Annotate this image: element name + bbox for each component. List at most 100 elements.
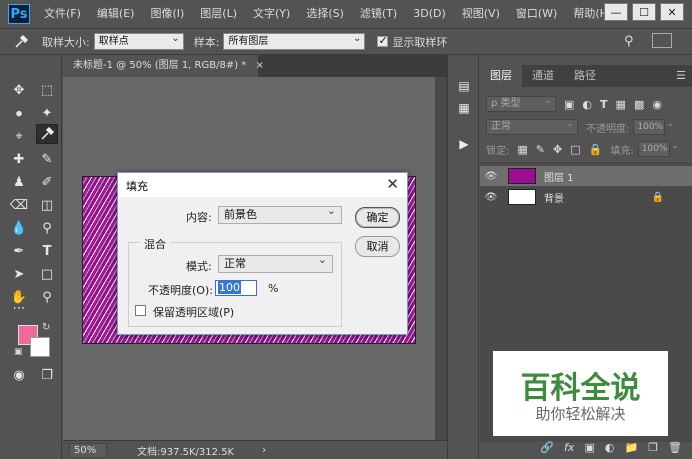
gradient-tool-icon[interactable]: ◫ xyxy=(36,195,58,215)
new-layer-icon[interactable]: ❐ xyxy=(648,441,658,454)
filter-type-icon[interactable]: T xyxy=(600,98,608,111)
mask-icon[interactable]: ▣ xyxy=(584,441,594,454)
rectangle-tool-icon[interactable]: □ xyxy=(36,264,58,284)
watermark-subtitle: 助你轻松解决 xyxy=(535,405,626,423)
vertical-scrollbar[interactable] xyxy=(435,77,447,440)
menu-view[interactable]: 视图(V) xyxy=(454,0,508,28)
close-window-button[interactable]: ✕ xyxy=(660,3,684,21)
eraser-tool-icon[interactable]: ⌫ xyxy=(8,195,30,215)
filter-toggle-icon[interactable]: ◉ xyxy=(652,98,662,111)
menu-layer[interactable]: 图层(L) xyxy=(192,0,245,28)
healing-brush-tool-icon[interactable]: ✚ xyxy=(8,149,30,169)
opacity-label: 不透明度(O): xyxy=(148,284,213,297)
more-tools-icon[interactable]: ⋯ xyxy=(8,298,30,318)
menu-type[interactable]: 文字(Y) xyxy=(245,0,298,28)
layer-thumbnail xyxy=(508,189,536,205)
history-brush-tool-icon[interactable]: ✐ xyxy=(36,172,58,192)
filter-smart-object-icon[interactable]: ▩ xyxy=(634,98,644,111)
menu-edit[interactable]: 编辑(E) xyxy=(89,0,143,28)
group-icon[interactable]: 📁 xyxy=(624,441,638,454)
lock-position-icon[interactable]: ✥ xyxy=(553,143,562,156)
maximize-button[interactable]: ☐ xyxy=(632,3,656,21)
show-sampling-ring-checkbox[interactable] xyxy=(377,34,389,47)
menu-window[interactable]: 窗口(W) xyxy=(508,0,565,28)
visibility-eye-icon[interactable]: 👁 xyxy=(480,171,502,182)
ok-button[interactable]: 确定 xyxy=(355,207,400,228)
zoom-tool-icon[interactable]: ⚲ xyxy=(36,287,58,307)
tab-layers[interactable]: 图层 xyxy=(480,65,522,87)
actions-play-icon[interactable]: ▶ xyxy=(454,135,474,153)
pen-tool-icon[interactable]: ✒ xyxy=(8,241,30,261)
lock-artboard-icon[interactable]: □ xyxy=(570,143,580,156)
blend-mode-select[interactable]: 正常 xyxy=(486,117,578,135)
path-selection-tool-icon[interactable]: ➤ xyxy=(8,264,30,284)
layer-opacity-field[interactable]: 100% xyxy=(633,117,674,135)
panel-tabs: 图层 通道 路径 ☰ xyxy=(480,65,692,87)
eyedropper-preset-icon[interactable] xyxy=(10,32,32,52)
layer-row-layer1[interactable]: 👁 图层 1 xyxy=(480,166,692,186)
magic-wand-tool-icon[interactable]: ✦ xyxy=(36,103,58,123)
filter-adjustment-icon[interactable]: ◐ xyxy=(582,98,592,111)
lock-transparency-icon[interactable]: ▦ xyxy=(517,143,527,156)
dialog-title: 填充 xyxy=(126,180,148,193)
eyedropper-tool-icon[interactable] xyxy=(36,124,58,144)
default-colors-icon[interactable]: ▣ xyxy=(14,347,23,357)
cancel-button[interactable]: 取消 xyxy=(355,236,400,257)
adjustment-icon[interactable]: ◐ xyxy=(605,441,615,454)
type-tool-icon[interactable]: T xyxy=(36,241,58,261)
move-tool-icon[interactable]: ✥ xyxy=(8,80,30,100)
layer-name: 背景 xyxy=(544,193,564,205)
brush-tool-icon[interactable]: ✎ xyxy=(36,149,58,169)
properties-panel-icon[interactable]: ▦ xyxy=(454,99,474,117)
menu-file[interactable]: 文件(F) xyxy=(36,0,89,28)
visibility-eye-icon[interactable]: 👁 xyxy=(480,192,502,203)
fx-icon[interactable]: fx xyxy=(564,441,574,454)
link-icon[interactable]: 🔗 xyxy=(540,441,554,454)
blend-row: 正常 不透明度: 100% xyxy=(480,116,692,138)
dodge-tool-icon[interactable]: ⚲ xyxy=(36,218,58,238)
layer-filter-select[interactable]: ρ 类型 xyxy=(486,94,556,112)
contents-label: 内容: xyxy=(186,211,212,224)
filter-pixel-icon[interactable]: ▣ xyxy=(564,98,574,111)
clone-stamp-tool-icon[interactable]: ♟ xyxy=(8,172,30,192)
tab-channels[interactable]: 通道 xyxy=(522,65,564,87)
screen-mode-icon[interactable]: ❐ xyxy=(36,365,58,385)
photoshop-logo: Ps xyxy=(8,4,30,24)
layer-fill-field[interactable]: 100% xyxy=(637,139,679,157)
blur-tool-icon[interactable]: 💧 xyxy=(8,218,30,238)
lock-pixels-icon[interactable]: ✎ xyxy=(536,143,545,156)
lock-all-icon[interactable]: 🔒 xyxy=(589,143,603,156)
sample-size-select[interactable]: 取样点 xyxy=(93,31,184,50)
swap-colors-icon[interactable]: ↻ xyxy=(42,322,50,333)
background-color-swatch[interactable] xyxy=(30,337,50,357)
dialog-close-button[interactable]: ✕ xyxy=(386,175,399,193)
preserve-transparency-checkbox[interactable] xyxy=(135,305,146,316)
panel-menu-icon[interactable]: ☰ xyxy=(676,65,686,87)
status-menu-arrow[interactable]: › xyxy=(262,445,266,456)
crop-tool-icon[interactable]: ⌖ xyxy=(8,126,30,146)
close-document-icon[interactable]: × xyxy=(255,60,263,71)
contents-select[interactable]: 前景色 xyxy=(218,203,342,224)
search-icon[interactable]: ⚲ xyxy=(624,34,634,49)
quick-mask-icon[interactable]: ◉ xyxy=(8,365,30,385)
document-tab[interactable]: 未标题-1 @ 50% (图层 1, RGB/8#) * × xyxy=(63,55,264,77)
zoom-level-field[interactable]: 50% xyxy=(69,442,107,458)
menu-select[interactable]: 选择(S) xyxy=(298,0,352,28)
menu-image[interactable]: 图像(I) xyxy=(142,0,192,28)
marquee-tool-icon[interactable]: ⬚ xyxy=(36,80,58,100)
lasso-tool-icon[interactable]: ⦁ xyxy=(8,103,30,123)
menu-3d[interactable]: 3D(D) xyxy=(405,0,454,28)
history-panel-icon[interactable]: ▤ xyxy=(454,77,474,95)
minimize-button[interactable]: — xyxy=(604,3,628,21)
tab-paths[interactable]: 路径 xyxy=(564,65,606,87)
mode-select[interactable]: 正常 xyxy=(218,252,333,273)
workspace-icon[interactable] xyxy=(652,33,672,48)
layer-filter-row: ρ 类型 ▣ ◐ T ▦ ▩ ◉ xyxy=(480,93,692,115)
sample-select[interactable]: 所有图层 xyxy=(223,31,366,50)
menu-filter[interactable]: 滤镜(T) xyxy=(352,0,405,28)
layer-row-background[interactable]: 👁 背景 🔒 xyxy=(480,187,692,207)
filter-shape-icon[interactable]: ▦ xyxy=(616,98,626,111)
trash-icon[interactable]: 🗑 xyxy=(668,441,682,454)
opacity-input[interactable]: 100 xyxy=(215,280,257,296)
sample-size-label: 取样大小: xyxy=(42,35,90,49)
